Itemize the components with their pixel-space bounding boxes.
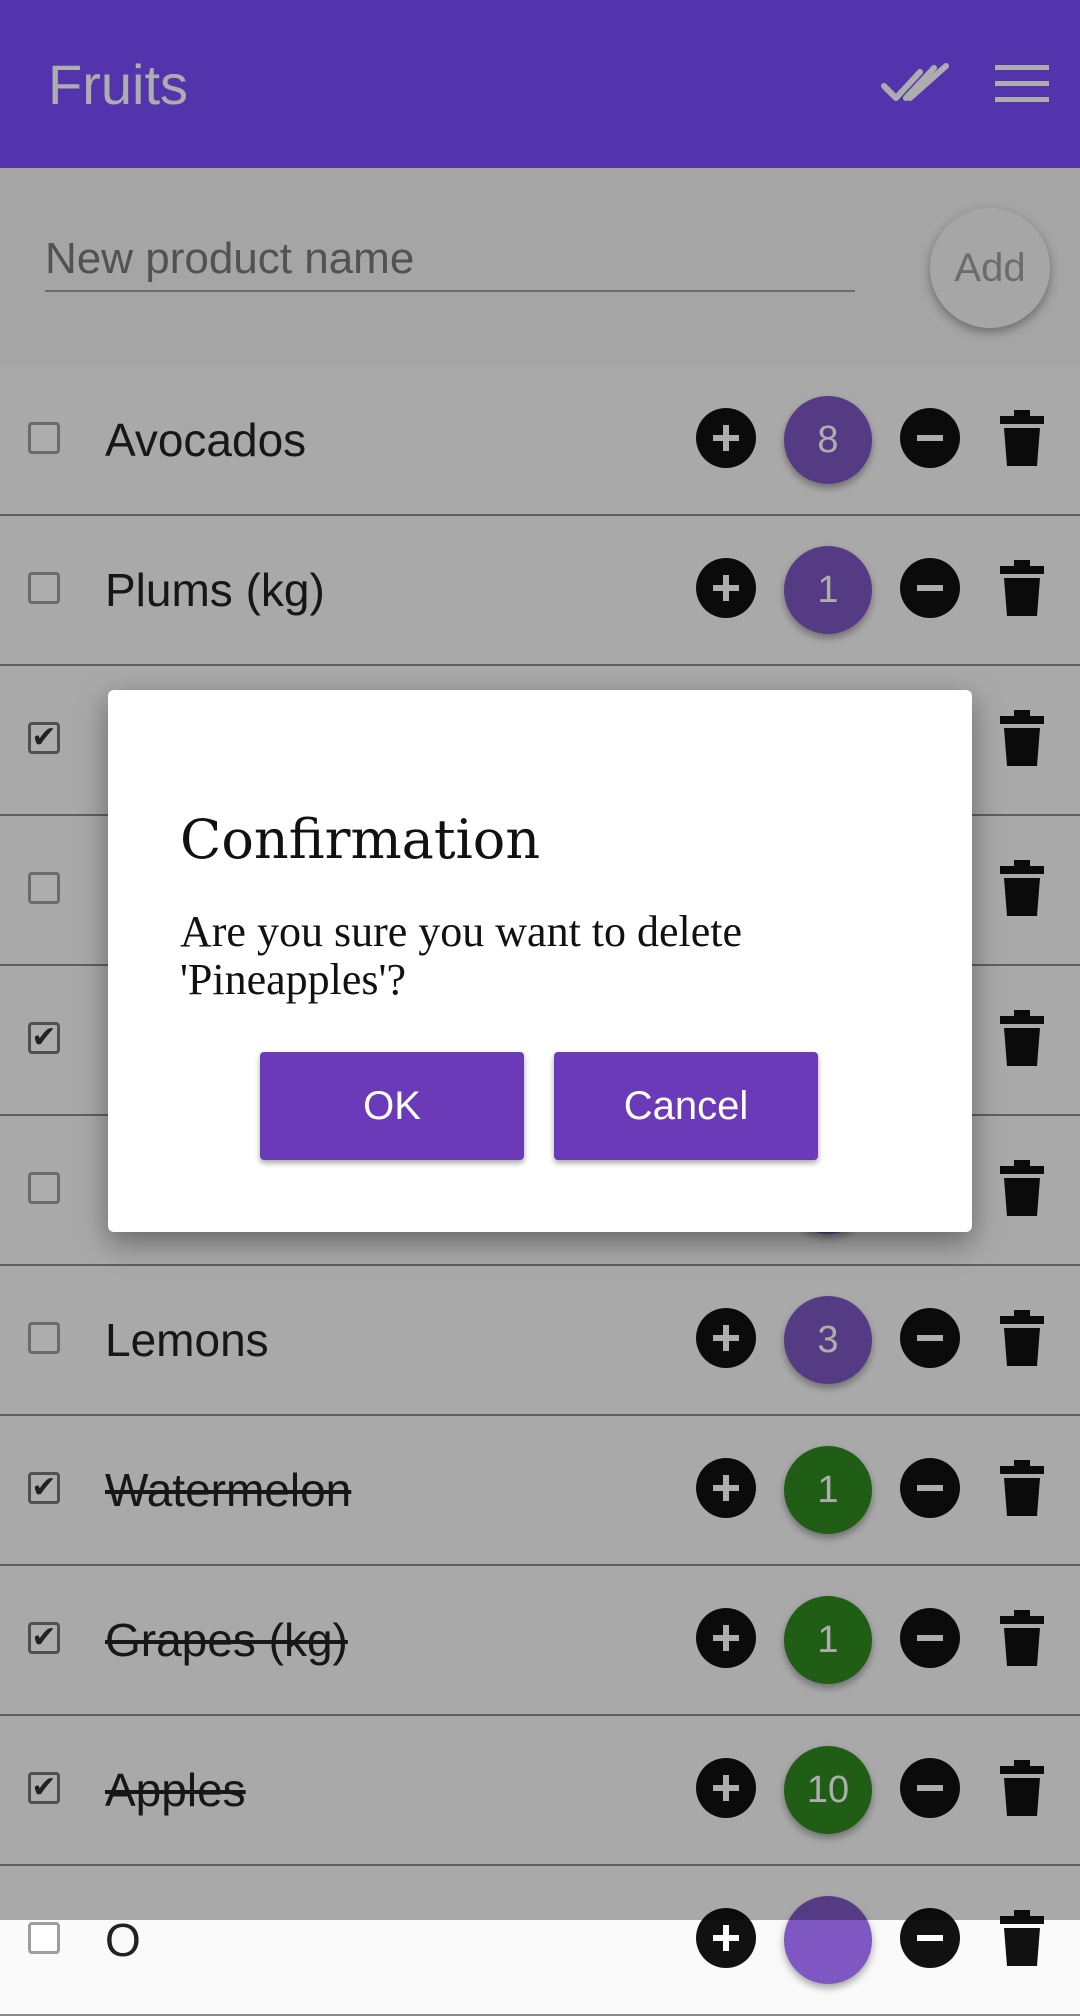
dialog-message: Are you sure you want to delete 'Pineapp… — [180, 907, 743, 1005]
dialog-title: Confirmation — [180, 808, 541, 871]
cancel-button[interactable]: Cancel — [554, 1052, 818, 1160]
item-checkbox[interactable] — [28, 1922, 60, 1954]
confirmation-dialog: Confirmation Are you sure you want to de… — [108, 690, 972, 1232]
ok-button[interactable]: OK — [260, 1052, 524, 1160]
item-name: O — [105, 1914, 141, 1966]
dialog-buttons: OK Cancel — [260, 1052, 818, 1160]
